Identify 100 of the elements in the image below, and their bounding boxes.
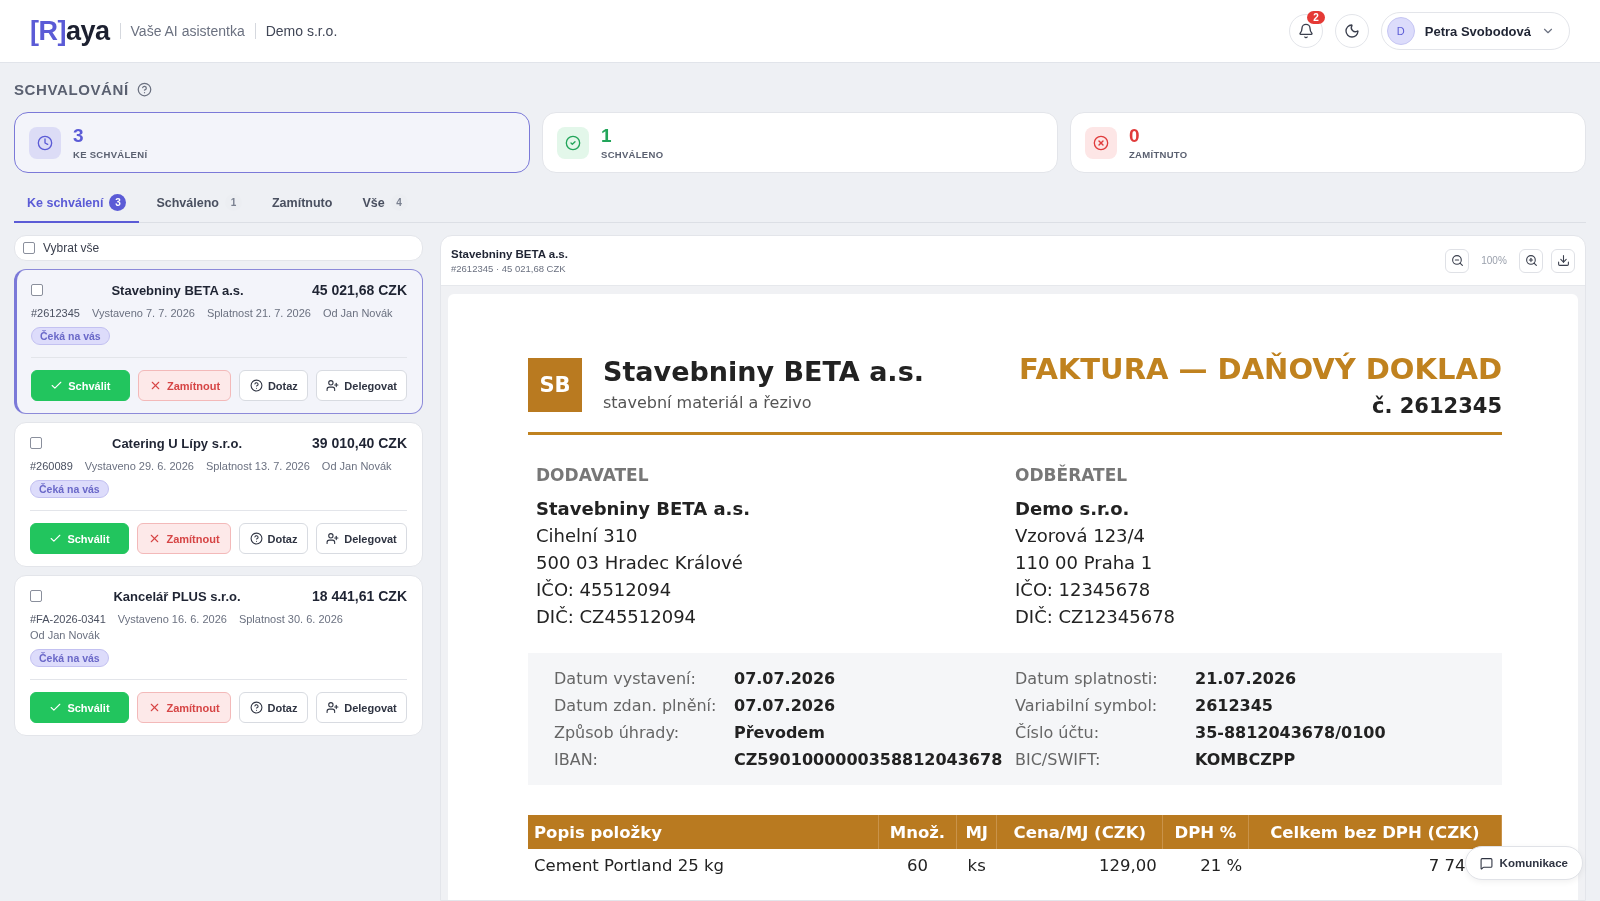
status-badge: Čeká na vás <box>30 480 109 498</box>
zoom-out-button[interactable] <box>1445 248 1469 273</box>
delegate-button[interactable]: Delegovat <box>316 370 407 401</box>
detail-value: CZ5901000000358812043678 <box>734 749 1004 771</box>
invoice-card[interactable]: Stavebniny BETA a.s. 45 021,68 CZK #2612345 Vystaveno 7. 7. 2026 Splatnost 21. 7. 2026 Od Jan Novák Čeká na vás Schválit Zamítnout Dotaz Delegovat <box>14 269 423 414</box>
due-date: Splatnost 21. 7. 2026 <box>206 307 311 319</box>
company-tagline: stavební materiál a řezivo <box>603 393 813 412</box>
stat-value: 0 <box>1129 125 1141 147</box>
stat-card[interactable]: 1 SCHVÁLENO <box>542 112 1058 173</box>
detail-value: 35-8812043678/0100 <box>1195 722 1387 744</box>
table-cell: Cement Portland 25 kg <box>534 855 724 875</box>
help-icon <box>249 379 263 392</box>
reject-button[interactable]: Zamítnout <box>137 523 231 554</box>
checkbox[interactable] <box>23 242 35 254</box>
theme-button[interactable] <box>1334 14 1369 48</box>
reject-button[interactable]: Zamítnout <box>137 692 231 723</box>
help-icon <box>249 701 263 714</box>
chat-icon <box>1479 856 1493 870</box>
address-line: 500 03 Hradec Králové <box>536 551 744 575</box>
invoice-card[interactable]: Kancelář PLUS s.r.o. 18 441,61 CZK #FA-2026-0341 Vystaveno 16. 6. 2026 Splatnost 30. 6. 2026 Od Jan Novák Čeká na vás Schválit Zamítnout Dotaz Delegovat <box>14 575 423 736</box>
moon-icon <box>1343 23 1360 39</box>
invoice-author: Od Jan Novák <box>322 307 393 319</box>
invoice-number: #FA-2026-0341 <box>30 613 106 625</box>
select-all-checkbox[interactable]: Vybrat vše <box>14 235 423 261</box>
address-line: IČO: 12345678 <box>1015 578 1152 602</box>
user-plus-icon <box>326 532 340 545</box>
party-name: Demo s.r.o. <box>1015 497 1131 521</box>
invoice-amount: 39 010,40 CZK <box>312 435 407 451</box>
detail-label: IBAN: <box>554 749 599 771</box>
filter-tab[interactable]: Schváleno 1 <box>143 185 255 223</box>
detail-value: KOMBCZPP <box>1195 749 1297 771</box>
address-line: DIČ: CZ45512094 <box>536 605 698 629</box>
stat-label: KE SCHVÁLENÍ <box>73 149 148 160</box>
help-icon[interactable] <box>136 82 152 97</box>
viewer-subtitle: #2612345 · 45 021,68 CZK <box>451 262 567 274</box>
chat-button[interactable]: Komunikace <box>1464 846 1583 880</box>
company-logo: SB <box>528 358 582 412</box>
filter-tab[interactable]: Zamítnuto <box>258 185 346 223</box>
checkbox[interactable] <box>30 437 42 449</box>
column-header: Popis položky <box>528 815 879 849</box>
delegate-button[interactable]: Delegovat <box>316 692 407 723</box>
supplier-name: Catering U Lípy s.r.o. <box>111 435 244 451</box>
close-icon <box>149 379 162 392</box>
address-line: IČO: 45512094 <box>536 578 673 602</box>
ask-button[interactable]: Dotaz <box>239 523 308 554</box>
stat-value: 3 <box>73 125 85 147</box>
detail-label: Způsob úhrady: <box>554 722 681 744</box>
notifications-button[interactable]: 2 <box>1288 14 1323 48</box>
invoice-card[interactable]: Catering U Lípy s.r.o. 39 010,40 CZK #260089 Vystaveno 29. 6. 2026 Splatnost 13. 7. 2026 Od Jan Novák Čeká na vás Schválit Zamítnout Dotaz Delegovat <box>14 422 423 567</box>
invoice-author: Od Jan Novák <box>30 629 100 641</box>
detail-value: 2612345 <box>1195 695 1274 717</box>
page-title: SCHVALOVÁNÍ <box>14 81 129 98</box>
notification-count: 2 <box>1307 11 1325 24</box>
check-icon <box>49 701 63 714</box>
user-avatar: D <box>1386 17 1415 45</box>
reject-button[interactable]: Zamítnout <box>137 370 232 401</box>
detail-label: Číslo účtu: <box>1015 722 1100 744</box>
document-title: FAKTURA — DAŇOVÝ DOKLAD <box>1018 352 1502 386</box>
stat-label: SCHVÁLENO <box>601 149 664 160</box>
detail-label: Variabilní symbol: <box>1015 695 1159 717</box>
issue-date: Vystaveno 16. 6. 2026 <box>117 613 227 625</box>
user-menu-button[interactable]: D Petra Svobodová <box>1380 12 1570 50</box>
download-button[interactable] <box>1551 248 1575 273</box>
due-date: Splatnost 30. 6. 2026 <box>238 613 343 625</box>
delegate-button[interactable]: Delegovat <box>316 523 407 554</box>
column-header: DPH % <box>1162 815 1249 849</box>
detail-value: 07.07.2026 <box>734 668 837 690</box>
invoice-amount: 45 021,68 CZK <box>312 282 407 298</box>
clock-icon <box>29 126 61 159</box>
download-icon <box>1556 254 1570 267</box>
table-cell: 7 74 <box>1428 855 1466 875</box>
checkbox[interactable] <box>31 284 43 296</box>
stat-card[interactable]: 3 KE SCHVÁLENÍ <box>14 112 530 173</box>
column-header: MJ <box>956 815 997 849</box>
user-plus-icon <box>326 379 340 392</box>
bell-icon <box>1297 23 1314 39</box>
supplier-name: Stavebniny BETA a.s. <box>110 282 245 298</box>
zoom-in-button[interactable] <box>1519 248 1543 273</box>
table-cell: 129,00 <box>1099 855 1157 875</box>
company-name: Demo s.r.o. <box>265 23 338 39</box>
address-line: 110 00 Praha 1 <box>1015 551 1154 575</box>
detail-label: Datum vystavení: <box>554 668 697 690</box>
checkbox[interactable] <box>30 590 42 602</box>
stat-card[interactable]: 0 ZAMÍTNUTO <box>1070 112 1586 173</box>
ask-button[interactable]: Dotaz <box>239 692 308 723</box>
issue-date: Vystaveno 7. 7. 2026 <box>91 307 195 319</box>
invoice-amount: 18 441,61 CZK <box>312 588 407 604</box>
zoom-in-icon <box>1524 254 1538 267</box>
supplier-name: Kancelář PLUS s.r.o. <box>112 588 242 604</box>
check-icon <box>49 532 63 545</box>
filter-tab[interactable]: Vše 4 <box>349 185 421 223</box>
ask-button[interactable]: Dotaz <box>239 370 309 401</box>
column-header: Cena/MJ (CZK) <box>996 815 1163 849</box>
detail-label: Datum zdan. plnění: <box>554 695 718 717</box>
detail-value: 21.07.2026 <box>1195 668 1298 690</box>
select-all-label: Vybrat vše <box>43 241 100 255</box>
detail-label: BIC/SWIFT: <box>1015 749 1102 771</box>
check-icon <box>50 379 64 392</box>
detail-value: 07.07.2026 <box>734 695 837 717</box>
filter-tab[interactable]: Ke schválení 3 <box>14 185 140 223</box>
